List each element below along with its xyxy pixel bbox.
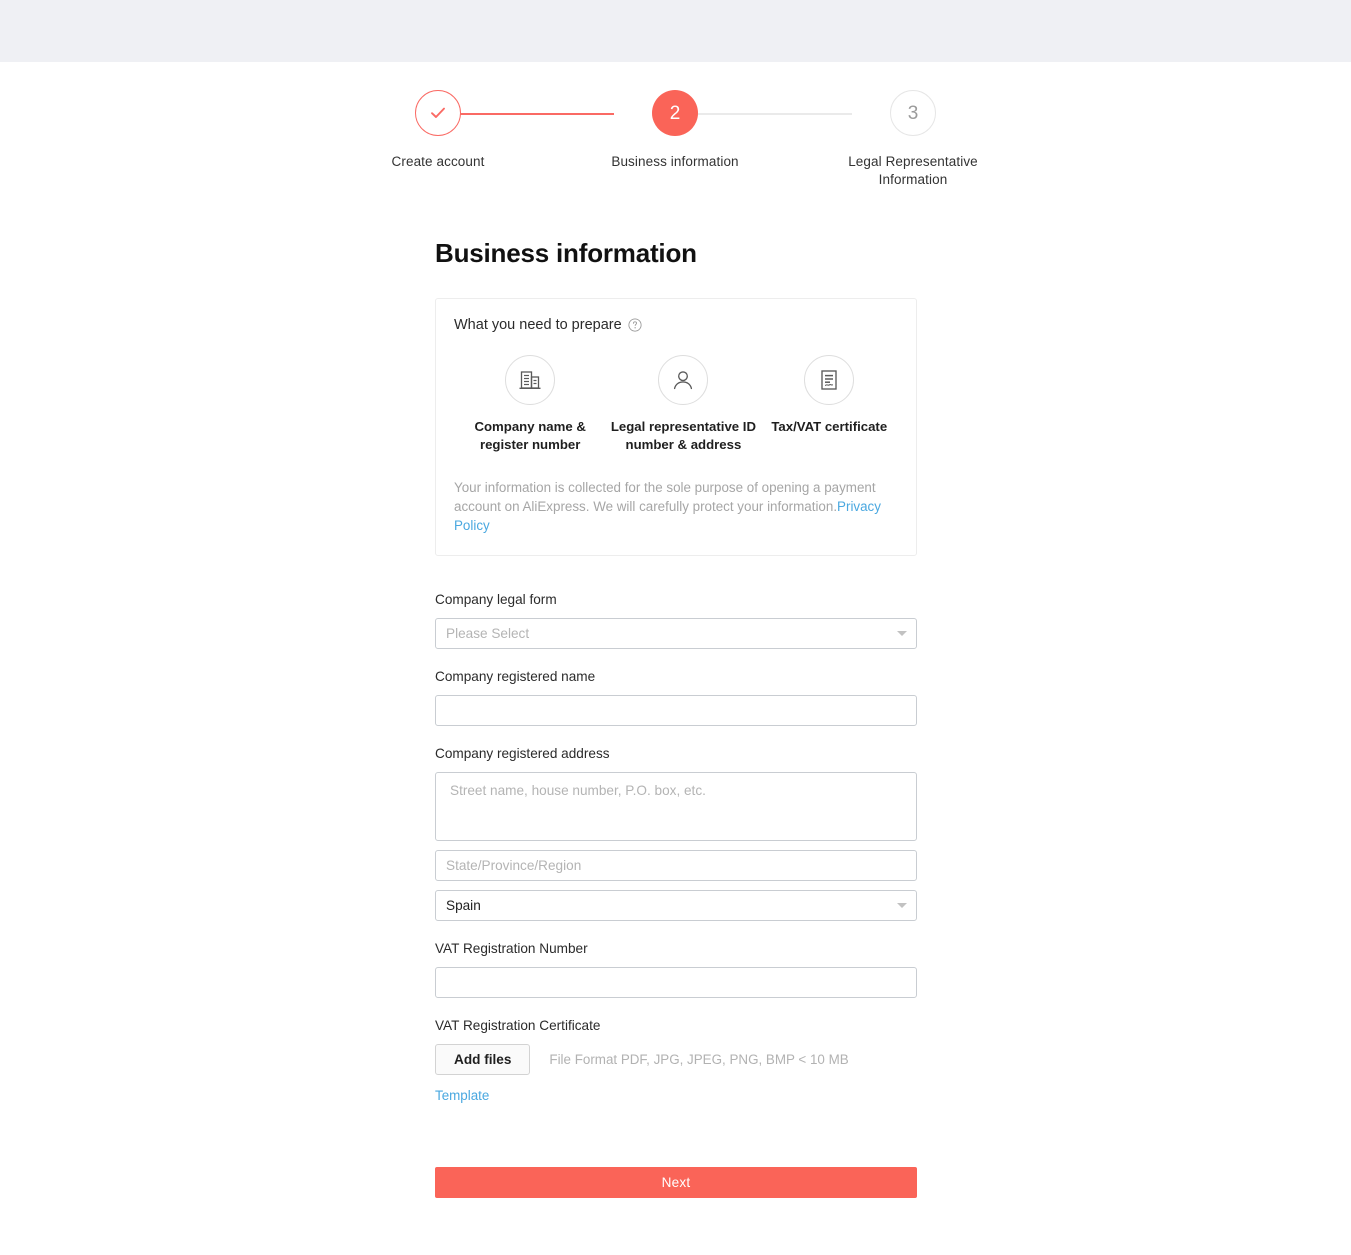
question-circle-icon[interactable] xyxy=(628,318,642,332)
vat-registration-number-input[interactable] xyxy=(435,967,917,998)
label-company-registered-address: Company registered address xyxy=(435,746,610,761)
step-circle-active: 2 xyxy=(652,90,698,136)
bottom-spacer xyxy=(435,1198,917,1255)
privacy-text: Your information is collected for the so… xyxy=(454,480,876,514)
country-select[interactable]: Spain xyxy=(435,890,917,921)
prepare-label-1: Company name & register number xyxy=(474,419,586,452)
legal-form-select[interactable]: Please Select xyxy=(435,618,917,649)
label-company-legal-form: Company legal form xyxy=(435,592,557,607)
check-icon xyxy=(431,107,445,118)
template-link[interactable]: Template xyxy=(435,1088,489,1103)
stepper-step-legal-representative[interactable]: 3 Legal Representative Information xyxy=(833,90,993,189)
prepare-heading: What you need to prepare xyxy=(454,317,622,333)
country-value: Spain xyxy=(446,898,481,913)
page-root: Create account 2 Business information 3 … xyxy=(0,0,1351,1255)
step-circle-todo: 3 xyxy=(890,90,936,136)
stepper-label-2: Business information xyxy=(611,154,739,169)
step-circle-done xyxy=(415,90,461,136)
top-bar xyxy=(0,0,1351,62)
label-vat-registration-certificate: VAT Registration Certificate xyxy=(435,1018,601,1033)
stepper-label-3: Legal Representative Information xyxy=(848,154,978,187)
upload-row: Add files File Format PDF, JPG, JPEG, PN… xyxy=(435,1044,917,1075)
person-icon xyxy=(658,355,709,405)
add-files-button[interactable]: Add files xyxy=(435,1044,531,1075)
field-vat-registration-certificate: VAT Registration Certificate Add files F… xyxy=(435,1017,917,1105)
building-icon xyxy=(505,355,556,405)
page-title: Business information xyxy=(435,238,697,268)
prepare-label-3: Tax/VAT certificate xyxy=(771,419,888,434)
legal-form-select-wrap: Please Select xyxy=(435,618,917,649)
progress-stepper: Create account 2 Business information 3 … xyxy=(0,62,1351,212)
privacy-notice: Your information is collected for the so… xyxy=(454,478,898,535)
next-button[interactable]: Next xyxy=(435,1167,917,1198)
legal-form-value: Please Select xyxy=(446,626,530,641)
field-company-registered-name: Company registered name xyxy=(435,668,917,726)
field-company-legal-form: Company legal form Please Select xyxy=(435,591,917,649)
prepare-label-2: Legal representative ID number & address xyxy=(610,419,756,452)
stepper-step-business-information[interactable]: 2 Business information xyxy=(595,90,755,171)
label-vat-registration-number: VAT Registration Number xyxy=(435,941,588,956)
field-vat-registration-number: VAT Registration Number xyxy=(435,940,917,998)
main-content: Business information What you need to pr… xyxy=(435,212,917,1255)
document-icon xyxy=(804,355,855,405)
label-company-registered-name: Company registered name xyxy=(435,669,596,684)
prepare-item-company-name: Company name & register number xyxy=(456,355,604,454)
state-province-region-input[interactable] xyxy=(435,850,917,881)
prepare-item-legal-rep-id: Legal representative ID number & address xyxy=(604,355,762,454)
country-select-wrap: Spain xyxy=(435,890,917,921)
file-format-hint: File Format PDF, JPG, JPEG, PNG, BMP < 1… xyxy=(549,1052,849,1067)
company-registered-name-input[interactable] xyxy=(435,695,917,726)
what-to-prepare-card: What you need to prepare Company name & … xyxy=(435,298,917,556)
street-address-textarea[interactable] xyxy=(435,772,917,841)
stepper-label-1: Create account xyxy=(391,154,485,169)
stepper-step-create-account[interactable]: Create account xyxy=(358,90,518,171)
field-company-registered-address: Company registered address Spain xyxy=(435,745,917,921)
prepare-items: Company name & register number Legal rep… xyxy=(454,343,898,456)
prepare-heading-row: What you need to prepare xyxy=(454,317,898,333)
prepare-item-tax-vat: Tax/VAT certificate xyxy=(763,355,896,436)
